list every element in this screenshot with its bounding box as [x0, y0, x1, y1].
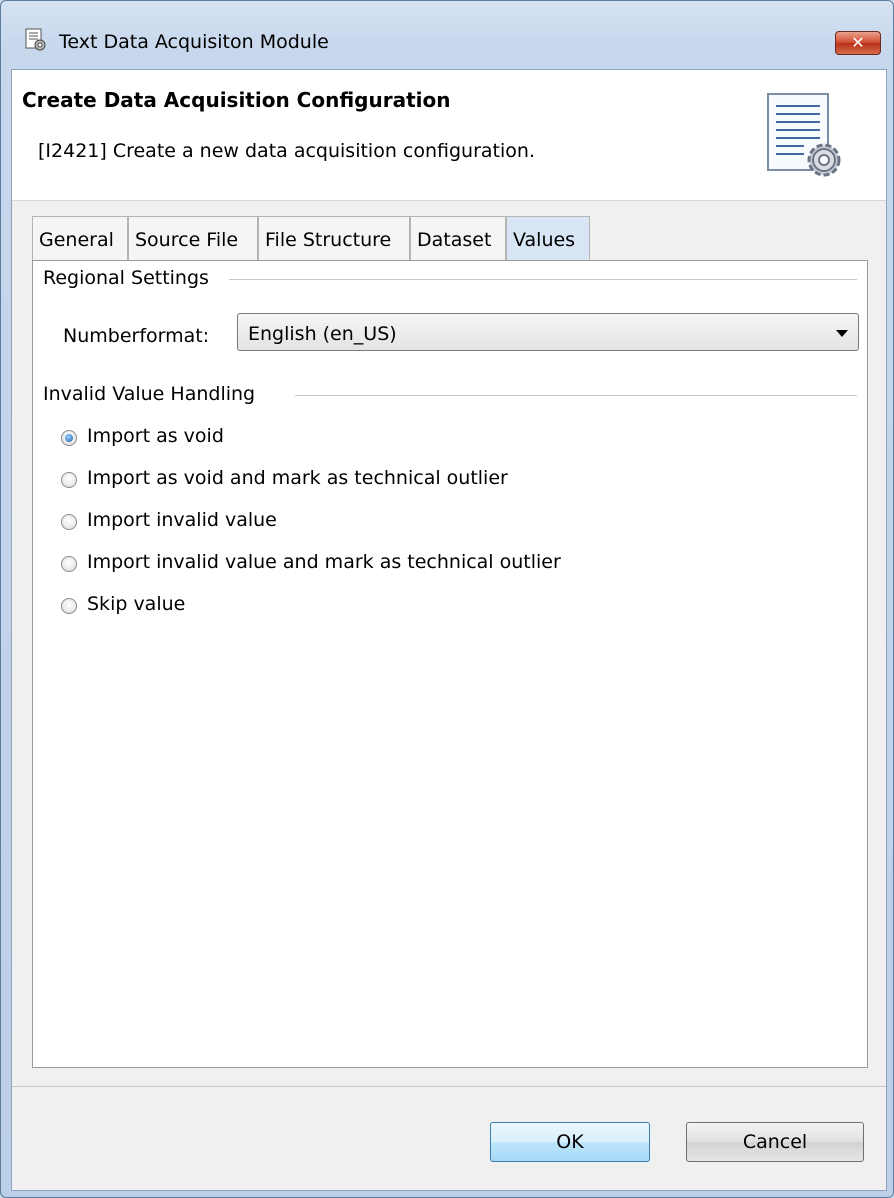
close-button[interactable]: ✕ — [835, 31, 881, 55]
footer-divider — [12, 1086, 886, 1087]
tab-label: Values — [513, 229, 576, 251]
tab-label: File Structure — [265, 229, 392, 251]
radio-button[interactable] — [61, 556, 77, 572]
tab-values[interactable]: Values — [506, 216, 590, 260]
chevron-down-icon — [836, 330, 848, 337]
numberformat-label: Numberformat: — [63, 325, 210, 347]
regional-settings-divider — [229, 279, 857, 280]
tab-general[interactable]: General — [32, 216, 128, 260]
ok-button[interactable]: OK — [490, 1122, 650, 1162]
tab-label: General — [39, 229, 114, 251]
close-icon: ✕ — [851, 33, 865, 52]
radio-label: Import as void — [87, 425, 224, 447]
invalid-value-handling-label: Invalid Value Handling — [43, 383, 262, 405]
window-title: Text Data Acquisiton Module — [59, 31, 329, 53]
radio-label: Skip value — [87, 593, 186, 615]
module-icon — [25, 28, 46, 51]
regional-settings-label: Regional Settings — [43, 267, 215, 289]
page-description: [I2421] Create a new data acquisition co… — [38, 140, 535, 162]
radio-label: Import invalid value — [87, 509, 277, 531]
title-bar[interactable]: Text Data Acquisiton Module ✕ — [1, 1, 893, 55]
tab-label: Dataset — [417, 229, 492, 251]
tab-source-file[interactable]: Source File — [128, 216, 258, 260]
numberformat-select[interactable]: English (en_US) — [237, 313, 859, 351]
tab-file-structure[interactable]: File Structure — [258, 216, 410, 260]
radio-button[interactable] — [61, 472, 77, 488]
dialog-client-area: Create Data Acquisition Configuration [I… — [11, 69, 887, 1191]
cancel-button[interactable]: Cancel — [686, 1122, 864, 1162]
tab-label: Source File — [135, 229, 239, 251]
invalid-value-divider — [295, 395, 857, 396]
radio-label: Import invalid value and mark as technic… — [87, 551, 561, 573]
tab-dataset[interactable]: Dataset — [410, 216, 506, 260]
document-gear-icon — [767, 93, 841, 177]
numberformat-value: English (en_US) — [248, 323, 397, 345]
wizard-header: Create Data Acquisition Configuration [I… — [12, 70, 886, 201]
values-tab-panel: Regional Settings Numberformat: English … — [32, 260, 868, 1068]
page-title: Create Data Acquisition Configuration — [22, 88, 451, 112]
radio-button[interactable] — [61, 514, 77, 530]
radio-label: Import as void and mark as technical out… — [87, 467, 508, 489]
dialog-window: Text Data Acquisiton Module ✕ Create Dat… — [0, 0, 894, 1198]
radio-button-checked[interactable] — [61, 430, 77, 446]
radio-button[interactable] — [61, 598, 77, 614]
